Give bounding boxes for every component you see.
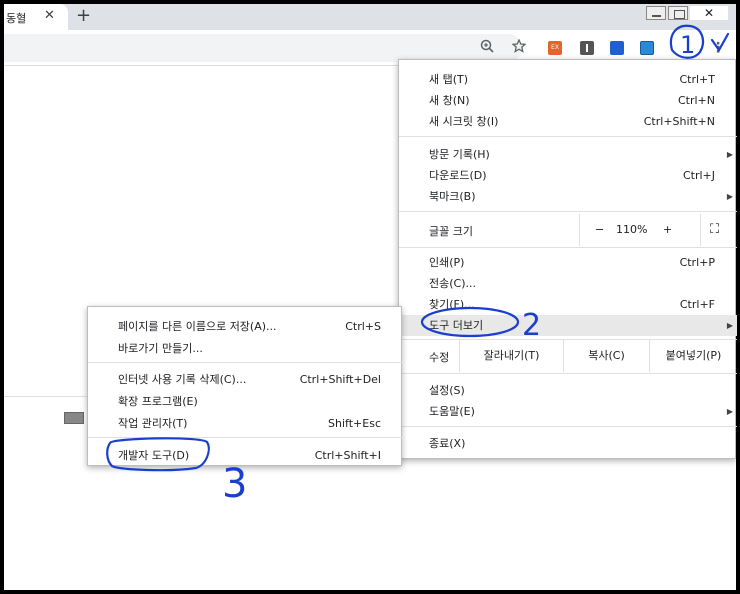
menu-item-exit[interactable]: 종료(X)	[399, 433, 737, 454]
submenu-item-save-page[interactable]: 페이지를 다른 이름으로 저장(A)... Ctrl+S	[88, 316, 403, 337]
close-icon[interactable]: ✕	[44, 8, 55, 23]
zoom-icon[interactable]	[478, 39, 496, 57]
extension-folder-icon[interactable]	[610, 41, 624, 55]
submenu-arrow-icon: ▶	[726, 192, 733, 201]
menu-item-settings[interactable]: 설정(S)	[399, 380, 737, 401]
menu-item-new-tab[interactable]: 새 탭(T) Ctrl+T	[399, 69, 737, 90]
submenu-label: 개발자 도구(D)	[118, 449, 190, 462]
address-bar[interactable]	[4, 34, 522, 62]
submenu-item-dev-tools[interactable]: 개발자 도구(D) Ctrl+Shift+I	[88, 445, 403, 466]
menu-item-find[interactable]: 찾기(F)... Ctrl+F	[399, 294, 737, 315]
extension-ex-icon[interactable]: EX	[548, 41, 562, 55]
menu-kebab-icon[interactable]: ⋮	[709, 39, 727, 57]
submenu-item-create-shortcut[interactable]: 바로가기 만들기...	[88, 338, 403, 359]
minimize-button[interactable]	[646, 6, 666, 20]
submenu-separator	[88, 362, 403, 363]
zoom-out-button[interactable]: −	[595, 223, 604, 236]
menu-label: 다운로드(D)	[429, 169, 487, 182]
menu-label: 종료(X)	[429, 437, 466, 450]
submenu-item-clear-data[interactable]: 인터넷 사용 기록 삭제(C)... Ctrl+Shift+Del	[88, 369, 403, 390]
menu-item-incognito[interactable]: 새 시크릿 창(I) Ctrl+Shift+N	[399, 111, 737, 132]
zoom-value: 110%	[616, 223, 648, 236]
submenu-label: 확장 프로그램(E)	[118, 395, 198, 408]
edit-label: 수정	[429, 351, 450, 364]
menu-separator	[399, 373, 737, 374]
menu-label: 전송(C)...	[429, 277, 476, 290]
tab-title: 동혈	[6, 12, 27, 25]
menu-item-bookmarks[interactable]: 북마크(B) ▶	[399, 186, 737, 207]
menu-shortcut: Ctrl+N	[677, 94, 715, 107]
zoom-in-button[interactable]: +	[663, 223, 672, 236]
menu-separator	[399, 136, 737, 137]
browser-tab[interactable]: 동혈 ✕	[4, 4, 68, 30]
menu-label: 새 탭(T)	[429, 73, 469, 86]
paste-button[interactable]: 붙여넣기(P)	[649, 340, 737, 372]
submenu-separator	[88, 437, 403, 438]
submenu-label: 페이지를 다른 이름으로 저장(A)...	[118, 320, 277, 333]
new-tab-button[interactable]: +	[76, 5, 91, 26]
submenu-shortcut: Ctrl+Shift+Del	[299, 373, 381, 386]
restore-button[interactable]	[668, 6, 688, 20]
bookmark-star-icon[interactable]	[510, 38, 528, 57]
menu-shortcut: Ctrl+Shift+N	[643, 115, 715, 128]
chrome-main-menu: 새 탭(T) Ctrl+T 새 창(N) Ctrl+N 새 시크릿 창(I) Ctrl…	[398, 59, 737, 459]
menu-item-cast[interactable]: 전송(C)...	[399, 273, 737, 294]
submenu-label: 인터넷 사용 기록 삭제(C)...	[118, 373, 247, 386]
submenu-arrow-icon: ▶	[726, 407, 733, 416]
menu-label: 설정(S)	[429, 384, 465, 397]
menu-separator	[399, 426, 737, 427]
menu-shortcut: Ctrl+P	[679, 256, 715, 269]
copy-button[interactable]: 복사(C)	[563, 340, 649, 372]
fullscreen-icon[interactable]: ⛶	[700, 214, 728, 246]
extension-s-icon[interactable]	[640, 41, 654, 55]
tab-strip: 동혈 ✕ + ✕	[4, 4, 736, 30]
menu-item-new-window[interactable]: 새 창(N) Ctrl+N	[399, 90, 737, 111]
submenu-item-task-manager[interactable]: 작업 관리자(T) Shift+Esc	[88, 413, 403, 434]
zoom-row: 글꼴 크기 − 110% + ⛶	[399, 214, 737, 246]
zoom-label: 글꼴 크기	[429, 225, 473, 238]
menu-separator	[399, 247, 737, 248]
menu-shortcut: Ctrl+J	[682, 169, 715, 182]
submenu-item-extensions[interactable]: 확장 프로그램(E)	[88, 391, 403, 412]
submenu-label: 작업 관리자(T)	[118, 417, 188, 430]
menu-label: 도움말(E)	[429, 405, 475, 418]
extension-info-icon[interactable]	[580, 41, 594, 55]
menu-label: 새 시크릿 창(I)	[429, 115, 499, 128]
more-tools-submenu: 페이지를 다른 이름으로 저장(A)... Ctrl+S 바로가기 만들기... …	[87, 306, 403, 466]
edit-row: 수정 잘라내기(T) 복사(C) 붙여넣기(P)	[399, 340, 737, 372]
menu-separator	[399, 211, 737, 212]
menu-label: 찾기(F)...	[429, 298, 475, 311]
window-close-button[interactable]: ✕	[690, 6, 728, 20]
submenu-shortcut: Shift+Esc	[328, 417, 381, 430]
submenu-label: 바로가기 만들기...	[118, 342, 203, 355]
menu-shortcut: Ctrl+F	[679, 298, 715, 311]
submenu-shortcut: Ctrl+S	[345, 320, 381, 333]
menu-item-downloads[interactable]: 다운로드(D) Ctrl+J	[399, 165, 737, 186]
menu-label: 인쇄(P)	[429, 256, 465, 269]
menu-item-more-tools[interactable]: 도구 더보기 ▶	[399, 315, 737, 336]
menu-item-help[interactable]: 도움말(E) ▶	[399, 401, 737, 422]
submenu-arrow-icon: ▶	[726, 150, 733, 159]
cut-button[interactable]: 잘라내기(T)	[459, 340, 563, 372]
menu-label: 북마크(B)	[429, 190, 476, 203]
menu-shortcut: Ctrl+T	[679, 73, 715, 86]
menu-item-history[interactable]: 방문 기록(H) ▶	[399, 144, 737, 165]
menu-label: 새 창(N)	[429, 94, 470, 107]
keyboard-icon[interactable]	[64, 412, 84, 424]
menu-label: 도구 더보기	[429, 319, 484, 332]
submenu-shortcut: Ctrl+Shift+I	[314, 449, 381, 462]
menu-item-print[interactable]: 인쇄(P) Ctrl+P	[399, 252, 737, 273]
submenu-arrow-icon: ▶	[726, 321, 733, 330]
menu-label: 방문 기록(H)	[429, 148, 490, 161]
zoom-controls: − 110% + ⛶	[579, 214, 737, 246]
